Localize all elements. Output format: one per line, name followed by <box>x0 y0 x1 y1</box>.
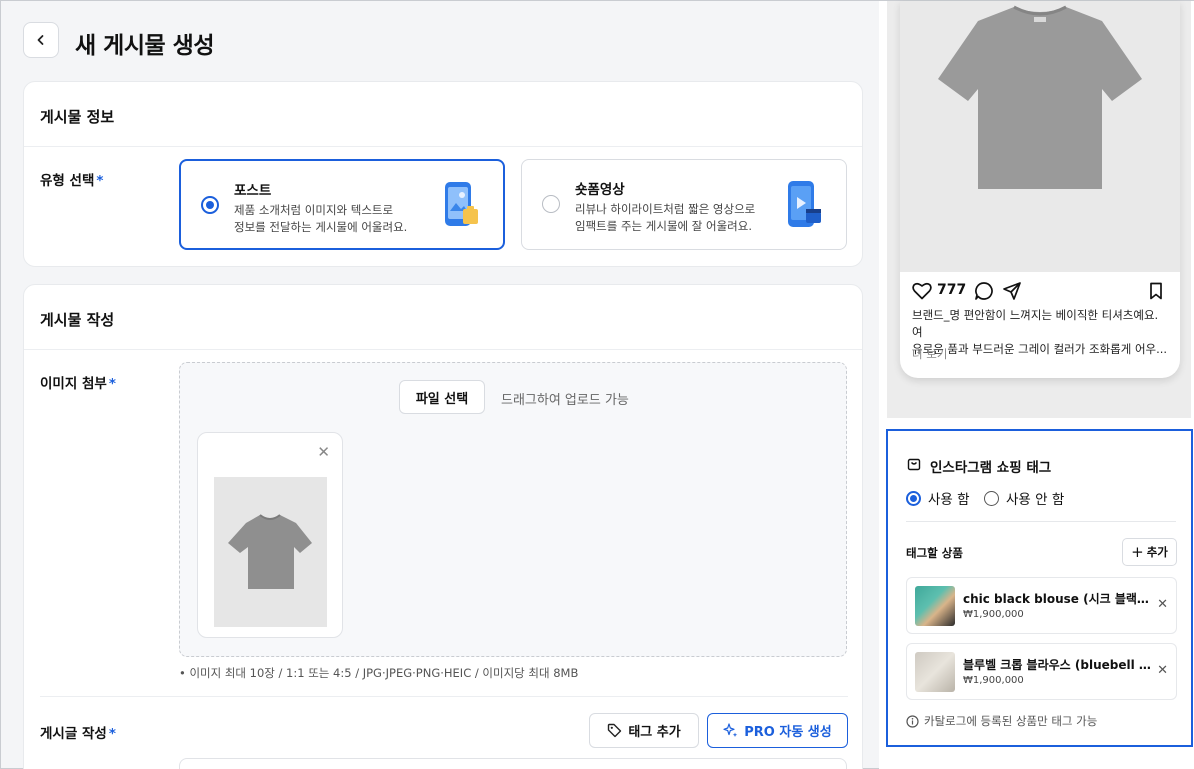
preview-sidebar: 777 브랜드_명 편안함이 느껴지는 베이직한 티셔츠예요. 여 유로운 품과 … <box>879 1 1194 769</box>
shopping-tag-title: 인스타그램 쇼핑 태그 <box>930 460 1052 476</box>
phone-image-icon <box>445 182 478 226</box>
phone-video-icon <box>788 181 821 227</box>
section-title: 게시물 정보 <box>24 82 862 147</box>
radio-shortform[interactable] <box>542 195 560 213</box>
back-button[interactable] <box>23 22 59 58</box>
post-info-card: 게시물 정보 유형 선택 * 포스트 제품 소개처럼 이미지와 텍스트로 정보를 전… <box>23 81 863 267</box>
more-link[interactable]: 더 보기 <box>912 346 947 362</box>
plus-icon: + <box>1131 543 1144 561</box>
file-select-button[interactable]: 파일 선택 <box>399 380 485 414</box>
post-text-label: 게시글 작성 * <box>40 726 116 742</box>
info-icon <box>906 714 919 728</box>
product-item: 블루벨 크롭 블라우스 (bluebell cro... ₩1,900,000 … <box>906 643 1177 700</box>
sparkle-icon <box>723 723 738 737</box>
tag-icon <box>608 723 622 738</box>
page-title: 새 게시물 생성 <box>75 33 214 59</box>
add-tag-button[interactable]: 태그 추가 <box>589 713 699 748</box>
uploaded-image-card: ✕ <box>197 432 343 638</box>
remove-image-icon[interactable]: ✕ <box>317 443 330 461</box>
remove-product-icon[interactable]: ✕ <box>1157 663 1168 678</box>
image-hint: • 이미지 최대 10장 / 1:1 또는 4:5 / JPG·JPEG·PNG… <box>179 666 579 680</box>
shopping-tag-panel: 인스타그램 쇼핑 태그 사용 함 사용 안 함 태그할 상품 + 추가 chic … <box>886 429 1193 747</box>
type-option-shortform[interactable]: 숏폼영상 리뷰나 하이라이트처럼 짧은 영상으로 임팩트를 주는 게시물에 잘 어… <box>521 159 847 250</box>
image-dropzone[interactable]: 파일 선택 드래그하여 업로드 가능 ✕ <box>179 362 847 657</box>
main-content: 새 게시물 생성 게시물 정보 유형 선택 * 포스트 제품 소개처럼 이미지와 … <box>1 1 879 769</box>
shopping-bag-icon <box>907 458 921 471</box>
radio-no-use-button[interactable] <box>984 490 999 506</box>
share-icon[interactable] <box>1002 281 1022 301</box>
product-item: chic black blouse (시크 블랙 블라... ₩1,900,00… <box>906 577 1177 634</box>
image-attach-label: 이미지 첨부 * <box>40 376 116 392</box>
radio-no-use[interactable]: 사용 안 함 <box>984 488 1064 508</box>
radio-post[interactable] <box>201 196 219 214</box>
uploaded-image <box>214 477 327 627</box>
chevron-left-icon <box>37 35 44 45</box>
remove-product-icon[interactable]: ✕ <box>1157 597 1168 612</box>
option-title: 포스트 <box>234 183 272 199</box>
product-thumbnail <box>915 652 955 692</box>
product-name: chic black blouse (시크 블랙 블라... <box>963 592 1153 606</box>
add-product-button[interactable]: + 추가 <box>1122 538 1177 566</box>
likes-count: 777 <box>937 282 967 298</box>
option-title: 숏폼영상 <box>575 182 625 198</box>
product-thumbnail <box>915 586 955 626</box>
option-desc: 리뷰나 하이라이트처럼 짧은 영상으로 임팩트를 주는 게시물에 잘 어울려요. <box>575 202 756 233</box>
preview-image <box>900 1 1180 272</box>
radio-use[interactable]: 사용 함 <box>906 488 970 508</box>
drag-hint: 드래그하여 업로드 가능 <box>501 393 629 408</box>
tag-products-label: 태그할 상품 <box>906 546 963 560</box>
heart-icon[interactable] <box>912 282 932 300</box>
instagram-preview: 777 브랜드_명 편안함이 느껴지는 베이직한 티셔츠예요. 여 유로운 품과 … <box>900 1 1180 378</box>
product-price: ₩1,900,000 <box>963 609 1024 620</box>
divider <box>40 696 848 697</box>
divider <box>906 521 1176 522</box>
compose-card: 게시물 작성 이미지 첨부 * 파일 선택 드래그하여 업로드 가능 ✕ • 이미… <box>23 284 863 769</box>
product-price: ₩1,900,000 <box>963 675 1024 686</box>
catalog-note: 카탈로그에 등록된 상품만 태그 가능 <box>906 713 1097 729</box>
product-name: 블루벨 크롭 블라우스 (bluebell cro... <box>963 658 1153 672</box>
post-text-area[interactable] <box>179 758 847 769</box>
pro-autogenerate-button[interactable]: PRO 자동 생성 <box>707 713 848 748</box>
comment-icon[interactable] <box>974 281 994 301</box>
option-desc: 제품 소개처럼 이미지와 텍스트로 정보를 전달하는 게시물에 어울려요. <box>234 203 408 234</box>
section-title: 게시물 작성 <box>24 285 862 350</box>
radio-use-button[interactable] <box>906 490 921 506</box>
preview-caption: 브랜드_명 편안함이 느껴지는 베이직한 티셔츠예요. 여 유로운 품과 부드러운… <box>912 308 1168 356</box>
type-select-label: 유형 선택 * <box>40 173 104 189</box>
type-option-post[interactable]: 포스트 제품 소개처럼 이미지와 텍스트로 정보를 전달하는 게시물에 어울려요. <box>179 159 505 250</box>
bookmark-icon[interactable] <box>1149 282 1163 300</box>
